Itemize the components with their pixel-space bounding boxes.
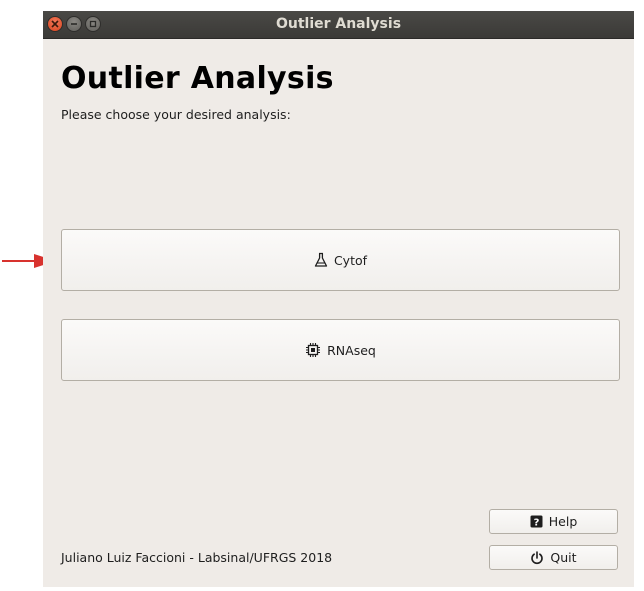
chip-icon xyxy=(305,342,321,358)
cytof-button-label: Cytof xyxy=(333,252,368,268)
quit-button[interactable]: Quit xyxy=(489,545,618,570)
help-button[interactable]: ? Help xyxy=(489,509,618,534)
help-icon: ? xyxy=(530,515,543,528)
instruction-text: Please choose your desired analysis: xyxy=(61,107,291,122)
quit-button-label: Quit xyxy=(550,550,577,565)
help-button-label: Help xyxy=(548,514,578,529)
window-title: Outlier Analysis xyxy=(275,16,402,32)
page-title: Outlier Analysis xyxy=(61,61,334,96)
flask-icon xyxy=(314,252,328,268)
app-window: Outlier Analysis Outlier Analysis Please… xyxy=(43,11,634,587)
cytof-button[interactable]: Cytof xyxy=(61,229,620,291)
power-icon xyxy=(530,550,544,565)
svg-text:?: ? xyxy=(533,517,539,528)
credit-text: Juliano Luiz Faccioni - Labsinal/UFRGS 2… xyxy=(61,550,333,565)
rnaseq-button[interactable]: RNAseq xyxy=(61,319,620,381)
rnaseq-button-label: RNAseq xyxy=(327,342,376,358)
title-bar[interactable]: Outlier Analysis xyxy=(43,11,634,39)
